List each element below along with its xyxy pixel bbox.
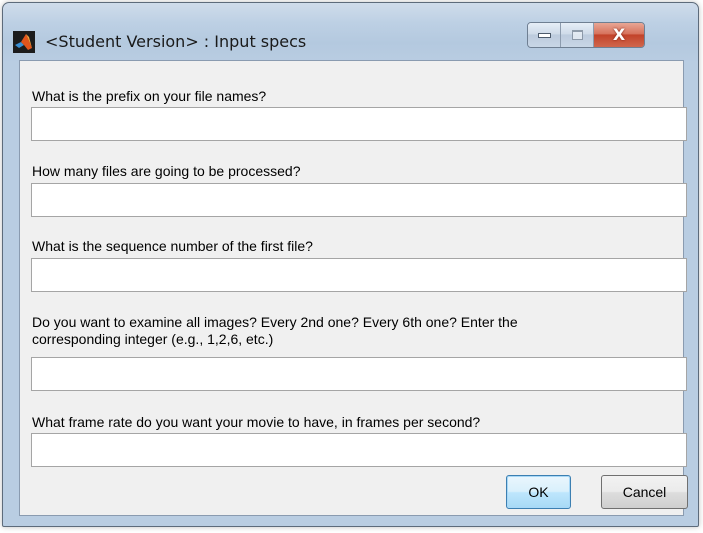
first-sequence-input[interactable]	[31, 258, 687, 292]
matlab-icon	[13, 31, 35, 53]
minimize-icon	[537, 32, 551, 38]
dialog-window: <Student Version> : Input specs X What i…	[2, 2, 699, 527]
frame-rate-label: What frame rate do you want your movie t…	[32, 414, 481, 430]
dialog-content: What is the prefix on your file names? H…	[19, 60, 688, 516]
file-count-input[interactable]	[31, 183, 687, 217]
prefix-label: What is the prefix on your file names?	[32, 88, 267, 104]
first-sequence-label: What is the sequence number of the first…	[32, 238, 313, 254]
image-step-input[interactable]	[31, 357, 687, 391]
maximize-button[interactable]	[561, 23, 594, 47]
prefix-input[interactable]	[31, 107, 687, 141]
frame-rate-input[interactable]	[31, 433, 687, 467]
window-title: <Student Version> : Input specs	[45, 32, 307, 51]
title-bar[interactable]: <Student Version> : Input specs X	[3, 3, 698, 57]
maximize-icon	[571, 30, 583, 40]
file-count-label: How many files are going to be processed…	[32, 163, 301, 179]
close-icon: X	[612, 25, 626, 44]
image-step-label-line2: corresponding integer (e.g., 1,2,6, etc.…	[32, 331, 274, 347]
minimize-button[interactable]	[528, 23, 561, 47]
ok-button[interactable]: OK	[506, 475, 571, 509]
image-step-label: Do you want to examine all images? Every…	[32, 314, 518, 330]
cancel-button[interactable]: Cancel	[601, 475, 688, 509]
close-button[interactable]: X	[594, 23, 644, 47]
window-controls: X	[527, 22, 645, 48]
